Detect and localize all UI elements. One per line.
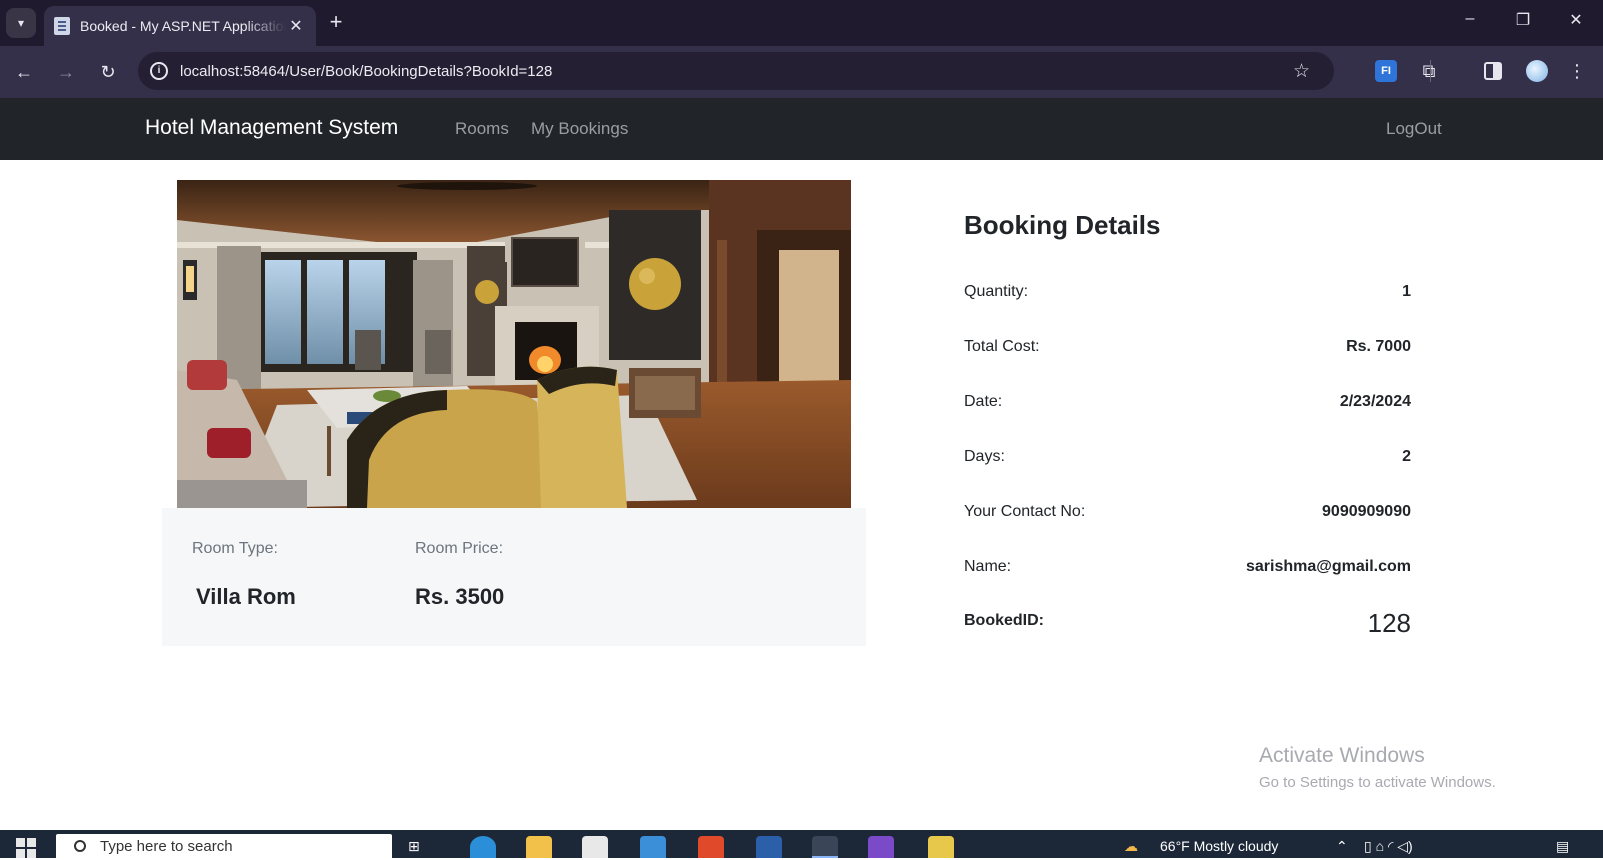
visual-studio-icon[interactable]	[868, 836, 894, 858]
brave-icon[interactable]	[698, 836, 724, 858]
brand-link[interactable]: Hotel Management System	[145, 116, 398, 140]
forward-arrow-icon[interactable]: →	[52, 58, 80, 86]
page-favicon-icon	[54, 17, 70, 35]
url-text[interactable]: localhost:58464/User/Book/BookingDetails…	[180, 63, 552, 80]
room-type-value: Villa Rom	[196, 584, 296, 609]
weather-text[interactable]: 66°F Mostly cloudy	[1160, 838, 1278, 854]
extension-badge-icon[interactable]: FI	[1375, 60, 1397, 82]
reload-icon[interactable]: ↻	[94, 58, 122, 86]
booked-id-label: BookedID:	[964, 612, 1044, 629]
date-label: Date:	[964, 393, 1003, 410]
file-explorer-icon[interactable]	[526, 836, 552, 858]
activate-windows-subtitle: Go to Settings to activate Windows.	[1259, 774, 1496, 791]
booking-details-title: Booking Details	[964, 210, 1161, 240]
profile-avatar-icon[interactable]	[1526, 60, 1548, 82]
room-photo-illustration	[177, 180, 851, 508]
taskbar-search-box[interactable]: Type here to search	[56, 834, 392, 858]
tab-title: Booked - My ASP.NET Application	[80, 18, 286, 34]
tab-close-icon[interactable]: ✕	[286, 16, 306, 36]
room-type-label: Room Type:	[192, 540, 278, 557]
edge-icon[interactable]	[470, 836, 496, 858]
store-icon[interactable]	[582, 836, 608, 858]
quantity-value: 1	[1402, 283, 1411, 300]
sticky-notes-icon[interactable]	[928, 836, 954, 858]
site-info-icon[interactable]: i	[150, 62, 168, 80]
browser-tab-active[interactable]: Booked - My ASP.NET Application ✕	[44, 6, 316, 46]
contact-label: Your Contact No:	[964, 503, 1086, 520]
mail-icon[interactable]	[640, 836, 666, 858]
close-window-button[interactable]: ✕	[1556, 10, 1596, 30]
room-photo	[177, 180, 851, 508]
toolbar-divider	[1430, 60, 1431, 82]
task-view-icon[interactable]: ⊞	[408, 838, 434, 860]
clock-time[interactable]: 10:38 AM	[1474, 818, 1529, 833]
room-info-card: Room Type: Villa Rom Room Price: Rs. 350…	[162, 508, 866, 646]
total-cost-value: Rs. 7000	[1346, 338, 1411, 355]
notification-icon[interactable]: ▤	[1556, 838, 1569, 855]
windows-start-icon[interactable]	[16, 838, 36, 858]
tab-search-chevron-icon[interactable]: ▾	[6, 8, 36, 38]
name-label: Name:	[964, 558, 1012, 575]
back-arrow-icon[interactable]: ←	[10, 58, 38, 86]
activate-windows-watermark: Activate Windows Go to Settings to activ…	[1259, 744, 1496, 791]
app-navbar: Hotel Management System Rooms My Booking…	[0, 98, 1603, 160]
tray-icons[interactable]: ▯ ⌂ ◜ ◁)	[1364, 838, 1413, 855]
name-value: sarishma@gmail.com	[1246, 558, 1411, 575]
restore-button[interactable]: ❐	[1503, 10, 1543, 30]
weather-icon[interactable]: ☁	[1124, 838, 1138, 855]
side-panel-icon[interactable]	[1484, 62, 1502, 80]
nav-link-rooms[interactable]: Rooms	[455, 119, 509, 139]
tray-chevron-icon[interactable]: ⌃	[1336, 838, 1348, 855]
browser-toolbar: ← → ↻ i localhost:58464/User/Book/Bookin…	[0, 46, 1603, 98]
browser-menu-icon[interactable]: ⋮	[1566, 60, 1588, 82]
days-label: Days:	[964, 448, 1005, 465]
address-bar[interactable]: i localhost:58464/User/Book/BookingDetai…	[138, 52, 1334, 90]
activate-windows-title: Activate Windows	[1259, 744, 1425, 767]
booked-id-value: 128	[1367, 608, 1411, 638]
nav-link-my-bookings[interactable]: My Bookings	[531, 119, 628, 139]
quantity-label: Quantity:	[964, 283, 1029, 300]
room-price-value: Rs. 3500	[415, 584, 505, 609]
room-price-label: Room Price:	[415, 540, 504, 557]
chrome-icon[interactable]	[812, 836, 838, 858]
new-tab-button[interactable]: +	[322, 8, 350, 36]
search-icon	[74, 840, 86, 852]
contact-value: 9090909090	[1322, 503, 1411, 520]
taskbar-search-placeholder: Type here to search	[100, 837, 233, 855]
word-icon[interactable]	[756, 836, 782, 858]
browser-tab-strip: ▾ Booked - My ASP.NET Application ✕ + – …	[0, 0, 1603, 46]
minimize-button[interactable]: –	[1450, 10, 1490, 28]
windows-taskbar: Type here to search ⊞ ☁ 66°F Mostly clou…	[0, 818, 1603, 860]
total-cost-label: Total Cost:	[964, 338, 1040, 355]
date-value: 2/23/2024	[1339, 393, 1411, 410]
days-value: 2	[1402, 448, 1411, 465]
bookmark-star-icon[interactable]: ☆	[1293, 60, 1310, 83]
logout-link[interactable]: LogOut	[1386, 119, 1442, 139]
extensions-puzzle-icon[interactable]: ⧉	[1418, 60, 1440, 82]
